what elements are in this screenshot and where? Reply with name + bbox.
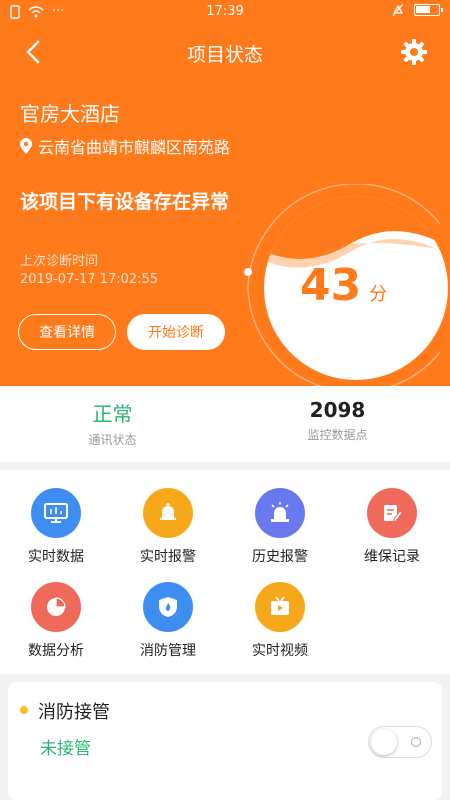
grid-item-data-analysis[interactable]: 数据分析 [0, 582, 112, 660]
edit-icon [367, 488, 417, 538]
grid-item-realtime-video[interactable]: 实时视频 [224, 582, 336, 660]
comm-status-value: 正常 [92, 402, 133, 426]
monitor-points-value: 2098 [309, 398, 366, 422]
pie-chart-icon [31, 582, 81, 632]
siren-icon [255, 488, 305, 538]
last-diagnosis-label: 上次诊断时间 [20, 254, 99, 269]
nav-bar: 项目状态 [0, 24, 450, 80]
grid-label: 实时视频 [252, 643, 308, 659]
grid-item-maintenance-record[interactable]: 维保记录 [336, 488, 448, 566]
warning-text: 该项目下有设备存在异常 [20, 191, 230, 213]
project-header: 项目状态 官房大酒店 云南省曲靖市麒麟区南苑路 该项目下有设备存在异常 上次诊断… [0, 24, 450, 390]
grid-label: 实时数据 [28, 549, 84, 565]
screen: ··· 17:39 项目状态 官房大酒店 云南省曲靖市麒麟区南苑路 该项目下有设… [0, 0, 450, 800]
project-address: 云南省曲靖市麒麟区南苑路 [20, 134, 230, 158]
gear-icon[interactable] [400, 38, 428, 66]
shield-icon [143, 582, 193, 632]
mute-icon [392, 3, 404, 17]
fire-takeover-card: 消防接管 未接管 [8, 682, 442, 800]
takeover-toggle[interactable] [368, 726, 432, 758]
start-diagnosis-button[interactable]: 开始诊断 [127, 314, 225, 350]
video-icon [255, 582, 305, 632]
status-dot [20, 706, 28, 714]
comm-status-label: 通讯状态 [88, 433, 137, 447]
grid-label: 数据分析 [28, 643, 84, 659]
grid-label: 消防管理 [140, 643, 196, 659]
grid-item-history-alarm[interactable]: 历史报警 [224, 488, 336, 566]
view-details-button[interactable]: 查看详情 [18, 314, 116, 350]
status-bar: ··· 17:39 [0, 0, 450, 24]
grid-item-realtime-data[interactable]: 实时数据 [0, 488, 112, 566]
comm-status-stat: 正常 通讯状态 [0, 398, 225, 448]
fire-takeover-title: 消防接管 [38, 702, 110, 723]
address-text: 云南省曲靖市麒麟区南苑路 [38, 138, 231, 157]
grid-label: 历史报警 [252, 549, 308, 565]
feature-grid: 实时数据 实时报警 历史报警 维保记录 数据分析 消防管理 实时视频 [0, 470, 450, 674]
score-display: 43 分 [300, 260, 387, 311]
monitor-points-stat: 2098 监控数据点 [225, 398, 450, 443]
last-diagnosis-time: 2019-07-17 17:02:55 [20, 272, 159, 287]
battery-icon [414, 4, 443, 16]
status-right [392, 3, 443, 17]
stats-bar: 正常 通讯状态 2098 监控数据点 [0, 386, 450, 462]
grid-item-realtime-alarm[interactable]: 实时报警 [112, 488, 224, 566]
fire-takeover-status: 未接管 [40, 739, 91, 759]
score-unit: 分 [369, 284, 388, 305]
grid-label: 实时报警 [140, 549, 196, 565]
score-value: 43 [300, 260, 362, 311]
bell-icon [143, 488, 193, 538]
monitor-icon [31, 488, 81, 538]
monitor-points-label: 监控数据点 [307, 428, 368, 442]
toggle-off-icon [411, 737, 421, 747]
grid-item-fire-management[interactable]: 消防管理 [112, 582, 224, 660]
project-name: 官房大酒店 [20, 102, 120, 126]
toggle-knob [371, 729, 397, 755]
location-pin-icon [20, 138, 32, 154]
status-time: 17:39 [206, 4, 244, 19]
page-title: 项目状态 [186, 44, 263, 66]
grid-label: 维保记录 [364, 549, 420, 565]
